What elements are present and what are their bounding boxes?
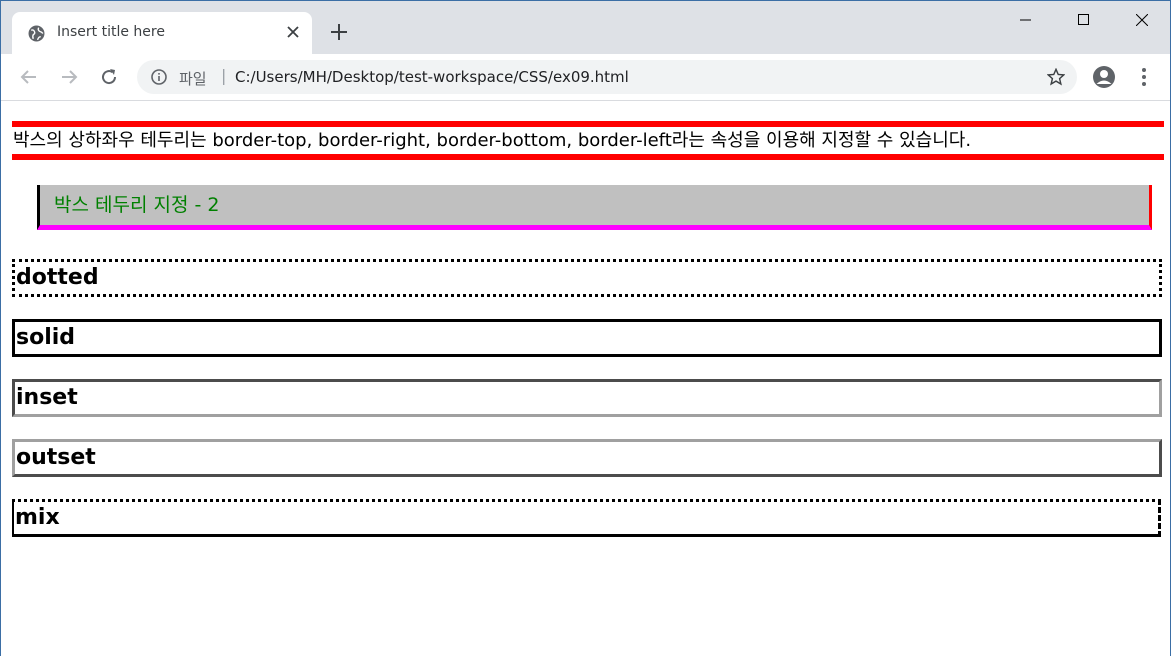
close-icon: [1136, 14, 1148, 26]
reload-icon[interactable]: [99, 67, 119, 87]
info-icon[interactable]: [151, 69, 167, 85]
solid-border-heading: solid: [12, 319, 1162, 357]
maximize-icon: [1078, 14, 1089, 25]
url-separator: |: [221, 66, 227, 85]
star-icon[interactable]: [1047, 68, 1065, 86]
browser-toolbar: 파일 | C:/Users/MH/Desktop/test-workspace/…: [1, 54, 1170, 101]
page-content: 박스의 상하좌우 테두리는 border-top, border-right, …: [1, 101, 1170, 656]
box-title: 박스 테두리 지정 - 2: [37, 185, 1152, 230]
profile-icon[interactable]: [1092, 65, 1116, 89]
url-text[interactable]: C:/Users/MH/Desktop/test-workspace/CSS/e…: [235, 68, 629, 86]
intro-paragraph: 박스의 상하좌우 테두리는 border-top, border-right, …: [12, 121, 1164, 160]
tab-strip: Insert title here: [1, 1, 1170, 54]
maximize-button[interactable]: [1056, 1, 1114, 39]
address-bar[interactable]: 파일 | C:/Users/MH/Desktop/test-workspace/…: [137, 60, 1077, 94]
more-vertical-icon[interactable]: [1136, 67, 1152, 87]
plus-icon[interactable]: [330, 23, 348, 41]
browser-tab[interactable]: Insert title here: [12, 12, 312, 54]
inset-border-heading: inset: [12, 379, 1162, 417]
minimize-button[interactable]: [998, 1, 1056, 39]
globe-icon: [28, 25, 45, 42]
tab-title: Insert title here: [57, 24, 165, 40]
forward-arrow-icon[interactable]: [59, 67, 79, 87]
mix-border-heading: mix: [12, 499, 1161, 537]
back-arrow-icon[interactable]: [19, 67, 39, 87]
minimize-icon: [1020, 19, 1031, 21]
close-icon[interactable]: [286, 25, 300, 39]
window-close-button[interactable]: [1114, 1, 1171, 39]
dotted-border-heading: dotted: [12, 259, 1162, 297]
scheme-label: 파일: [179, 70, 207, 88]
outset-border-heading: outset: [12, 439, 1162, 477]
